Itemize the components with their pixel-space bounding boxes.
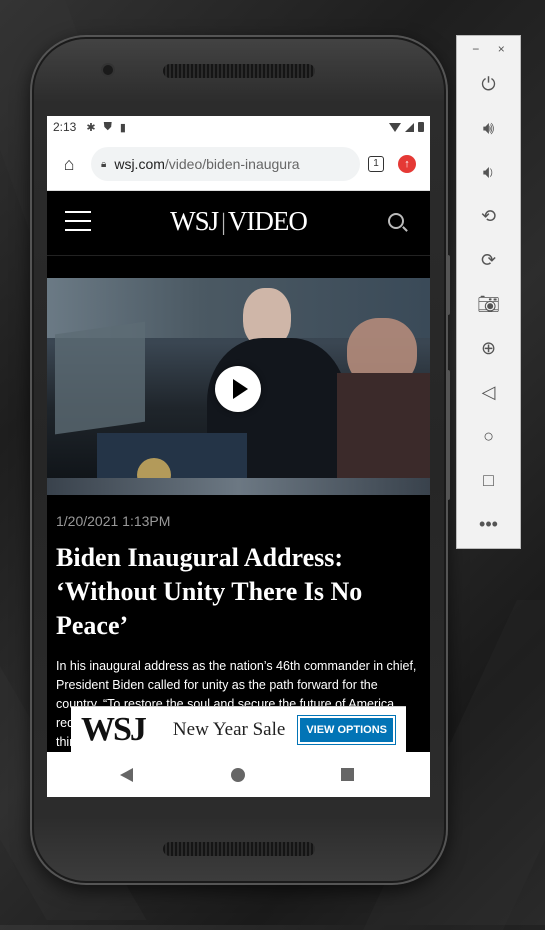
- settings-icon: ✱: [86, 121, 96, 134]
- nav-back-icon[interactable]: [120, 768, 133, 782]
- signal-icon: [405, 122, 414, 132]
- teleprompter-shape: [55, 321, 145, 435]
- camera-icon[interactable]: 📷︎: [457, 282, 520, 326]
- power-side-button: [446, 255, 450, 315]
- play-button[interactable]: [215, 366, 261, 412]
- logo-video: VIDEO: [227, 206, 308, 236]
- home-icon[interactable]: ⌂: [53, 154, 85, 175]
- nav-home-icon[interactable]: [231, 768, 245, 782]
- browser-toolbar: ⌂ 🔒︎ wsj.com/video/biden-inaugura 1 ↑: [47, 138, 430, 191]
- sd-card-icon: ▮: [119, 121, 126, 134]
- rotate-right-icon[interactable]: ⟳: [457, 238, 520, 282]
- article-timestamp: 1/20/2021 1:13PM: [56, 513, 171, 529]
- ad-banner[interactable]: WSJ New Year Sale VIEW OPTIONS: [71, 706, 406, 753]
- tab-switcher-button[interactable]: 1: [368, 156, 384, 172]
- status-bar: 2:13 ✱ ⛊ ▮: [47, 116, 430, 138]
- front-camera: [103, 65, 113, 75]
- home-icon[interactable]: ○: [457, 414, 520, 458]
- search-icon[interactable]: [388, 213, 404, 229]
- bottom-speaker: [163, 842, 315, 856]
- power-icon[interactable]: ⏻: [457, 62, 520, 106]
- video-player[interactable]: [47, 278, 430, 495]
- rotate-left-icon[interactable]: ⟲: [457, 194, 520, 238]
- overview-icon[interactable]: □: [457, 458, 520, 502]
- update-icon[interactable]: ↑: [398, 155, 416, 173]
- article-headline: Biden Inaugural Address: ‘Without Unity …: [56, 543, 363, 640]
- railing: [47, 478, 430, 495]
- url-bar[interactable]: 🔒︎ wsj.com/video/biden-inaugura: [91, 147, 360, 181]
- minimize-button[interactable]: −: [472, 42, 479, 56]
- logo-wsj: WSJ: [170, 206, 219, 236]
- view-options-button[interactable]: VIEW OPTIONS: [297, 715, 396, 745]
- logo-separator: |: [221, 210, 226, 236]
- ad-headline: New Year Sale: [172, 719, 286, 740]
- wifi-icon: [389, 122, 401, 132]
- battery-icon: [418, 122, 424, 132]
- nav-recents-icon[interactable]: [341, 768, 354, 781]
- volume-side-button: [446, 370, 450, 500]
- volume-up-icon[interactable]: 🔊︎: [457, 106, 520, 150]
- ad-brand: WSJ: [81, 711, 147, 748]
- volume-down-icon[interactable]: 🔉︎: [457, 150, 520, 194]
- url-path: /video/biden-inaugura: [164, 156, 300, 172]
- top-speaker: [163, 64, 315, 78]
- phone-screen: 2:13 ✱ ⛊ ▮ ⌂ 🔒︎ wsj.com/video/biden-inau…: [47, 116, 430, 797]
- emulator-toolbar: − × ⏻ 🔊︎ 🔉︎ ⟲ ⟳ 📷︎ ⊕ ◁ ○ □ •••: [456, 35, 521, 549]
- url-host: wsj.com: [114, 156, 165, 172]
- zoom-icon[interactable]: ⊕: [457, 326, 520, 370]
- shield-icon: ⛊: [103, 120, 112, 133]
- lock-icon: 🔒︎: [101, 158, 107, 170]
- close-button[interactable]: ×: [498, 42, 505, 56]
- back-icon[interactable]: ◁: [457, 370, 520, 414]
- more-icon[interactable]: •••: [457, 502, 520, 546]
- site-logo[interactable]: WSJ | VIDEO: [47, 206, 430, 237]
- status-time: 2:13: [53, 120, 77, 134]
- bystander-coat: [337, 373, 430, 495]
- site-header: WSJ | VIDEO: [47, 191, 430, 256]
- android-nav-bar: [47, 752, 430, 797]
